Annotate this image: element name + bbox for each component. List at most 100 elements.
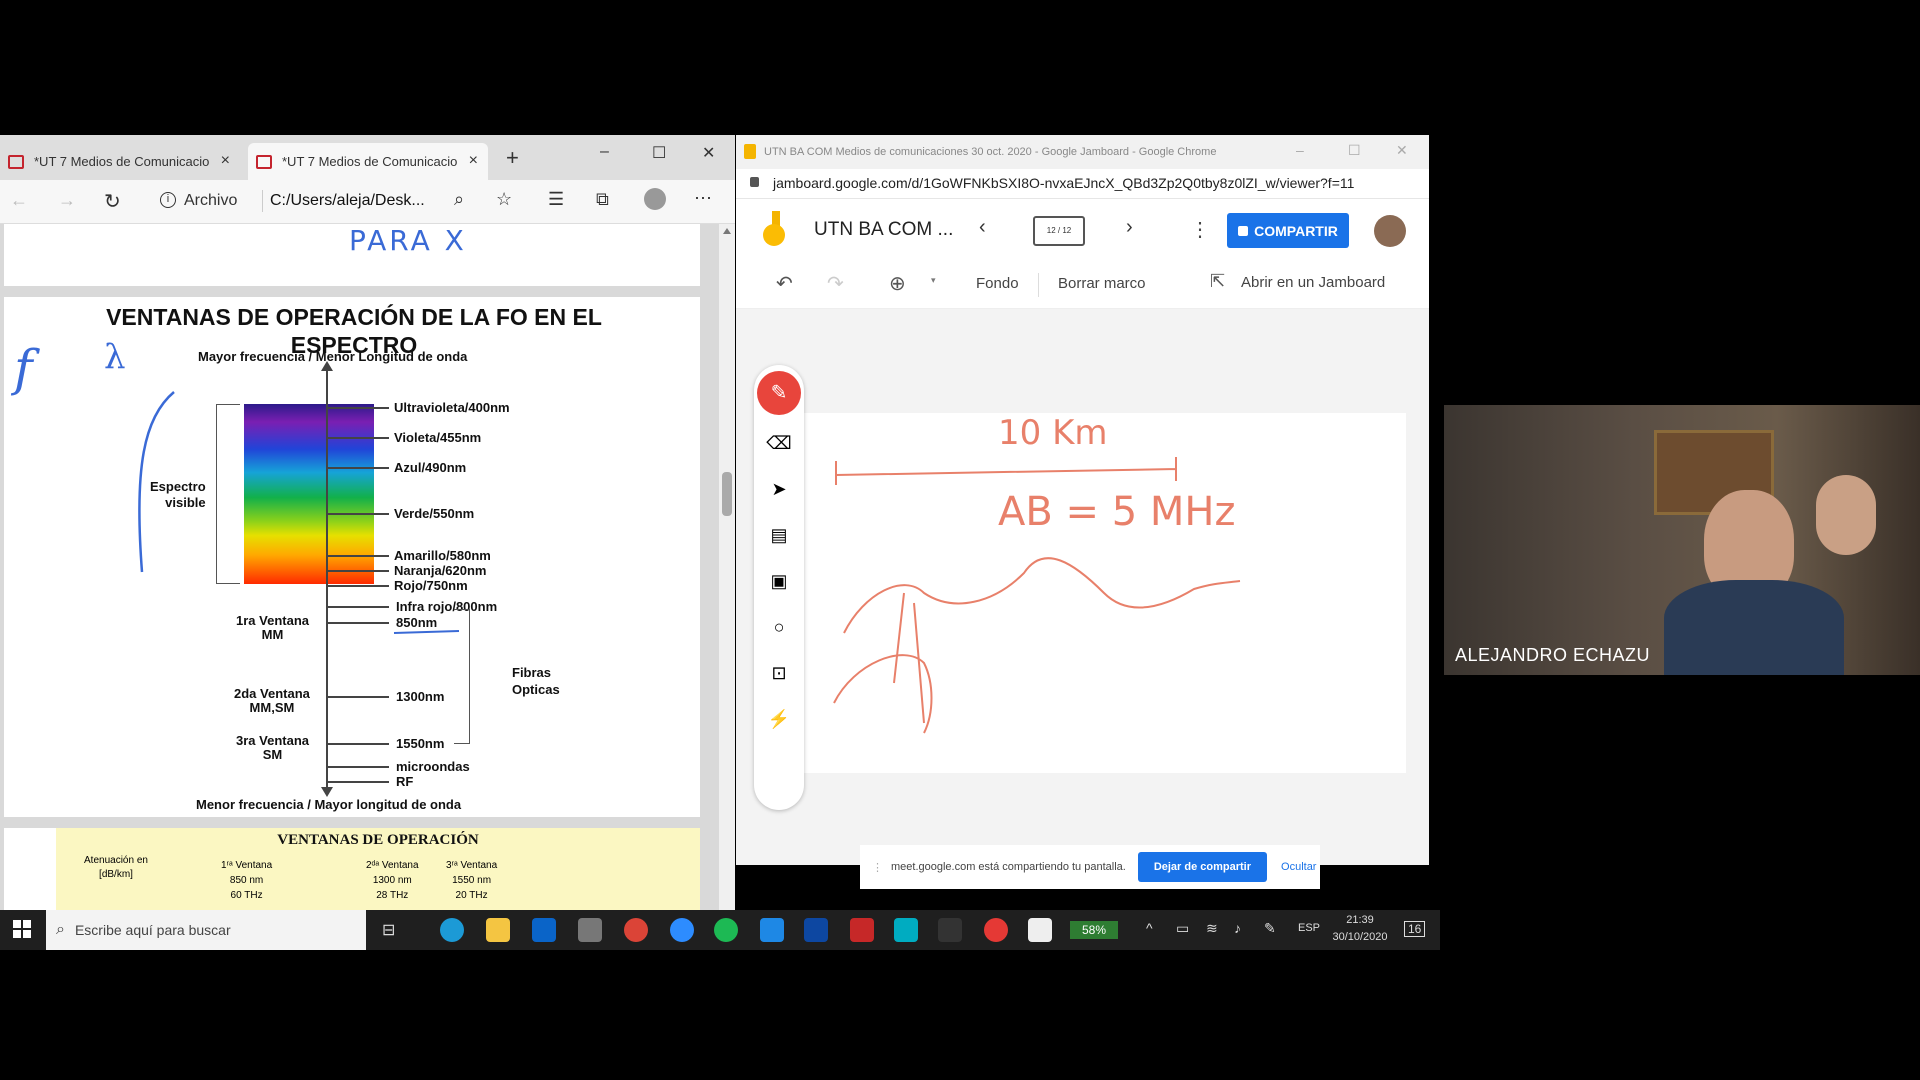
- start-windows-icon[interactable]: [13, 920, 31, 938]
- battery-indicator[interactable]: 58%: [1070, 921, 1118, 939]
- task-view-icon[interactable]: ⊟: [382, 920, 395, 940]
- outlook-icon[interactable]: [532, 918, 556, 942]
- visible-bracket: [216, 404, 240, 584]
- clear-frame-button[interactable]: Borrar marco: [1058, 275, 1146, 292]
- pdf-app-icon[interactable]: [1028, 918, 1052, 942]
- search-placeholder: Escribe aquí para buscar: [74, 922, 231, 938]
- skype-icon[interactable]: [894, 918, 918, 942]
- new-tab-button[interactable]: +: [506, 145, 519, 171]
- stop-sharing-button[interactable]: Dejar de compartir: [1137, 852, 1268, 882]
- window-title: UTN BA COM Medios de comunicaciones 30 o…: [764, 146, 1217, 158]
- filezilla-icon[interactable]: [850, 918, 874, 942]
- image-icon[interactable]: ▣: [767, 569, 791, 593]
- divider: [262, 190, 263, 212]
- spectrum-axis: [326, 369, 328, 789]
- label-microondas: microondas: [396, 759, 470, 774]
- wifi-icon[interactable]: ≋: [1206, 920, 1218, 937]
- hide-link[interactable]: Ocultar: [1281, 861, 1316, 873]
- forward-icon[interactable]: →: [58, 190, 76, 211]
- axis-arrow-down: [321, 787, 333, 797]
- info-icon[interactable]: i: [160, 192, 176, 208]
- edge-app-icon[interactable]: [440, 918, 464, 942]
- document-title[interactable]: UTN BA COM ...: [814, 219, 953, 241]
- network-app-icon[interactable]: [578, 918, 602, 942]
- label-naranja: Naranja/620nm: [394, 563, 487, 578]
- collections-icon[interactable]: ⧉: [596, 189, 609, 210]
- share-button[interactable]: COMPARTIR: [1227, 213, 1349, 248]
- back-icon[interactable]: ←: [10, 190, 28, 211]
- close-window-button[interactable]: ✕: [1396, 142, 1408, 159]
- pdf-viewer[interactable]: PARA X VENTANAS DE OPERACIÓN DE LA FO EN…: [0, 224, 735, 910]
- table-col-2-thz: 28 THz: [376, 890, 409, 901]
- profile-avatar[interactable]: [644, 188, 666, 210]
- previous-frame-icon[interactable]: ‹: [979, 216, 986, 239]
- address-input[interactable]: C:/Users/aleja/Desk...: [270, 192, 425, 210]
- scrollbar-thumb[interactable]: [722, 472, 732, 516]
- jamboard-canvas[interactable]: 10 Km AB = 5 MHz: [804, 413, 1406, 773]
- chrome-app-icon[interactable]: [624, 918, 648, 942]
- file-explorer-icon[interactable]: [486, 918, 510, 942]
- zoom-dropdown-icon[interactable]: ▾: [931, 275, 936, 286]
- operation-table: VENTANAS DE OPERACIÓN Atenuación en [dB/…: [56, 828, 700, 910]
- open-in-jamboard-icon[interactable]: ⇱: [1210, 271, 1225, 292]
- terminal-icon[interactable]: [938, 918, 962, 942]
- tick: [327, 781, 389, 783]
- minimize-button[interactable]: –: [1296, 142, 1304, 158]
- minimize-button[interactable]: –: [600, 143, 609, 161]
- tab-pdf-1[interactable]: *UT 7 Medios de Comunicacio ×: [0, 143, 240, 180]
- select-pointer-icon[interactable]: ➤: [767, 477, 791, 501]
- zoom-icon[interactable]: ⌕: [454, 189, 464, 210]
- undo-icon[interactable]: ↶: [776, 271, 793, 296]
- label-window-1: 1ra Ventana MM: [236, 613, 309, 642]
- frame-counter[interactable]: 12 / 12: [1033, 216, 1085, 246]
- firefox-icon[interactable]: [984, 918, 1008, 942]
- pdf-page-previous: PARA X: [4, 224, 700, 286]
- notification-center-icon[interactable]: 16: [1404, 921, 1426, 937]
- close-tab-icon[interactable]: ×: [221, 152, 230, 170]
- shape-circle-icon[interactable]: ○: [767, 615, 791, 639]
- pen-icon[interactable]: ✎: [1264, 920, 1276, 937]
- language-indicator[interactable]: ESP: [1298, 922, 1320, 934]
- refresh-icon[interactable]: ↻: [104, 189, 121, 214]
- maximize-button[interactable]: ☐: [1348, 142, 1361, 159]
- tab-pdf-2[interactable]: *UT 7 Medios de Comunicacio ×: [248, 143, 488, 180]
- more-vert-icon[interactable]: ⋮: [1190, 217, 1210, 242]
- user-avatar[interactable]: [1374, 215, 1406, 247]
- volume-icon[interactable]: ♪: [1234, 920, 1241, 936]
- clock[interactable]: 21:39 30/10/2020: [1330, 912, 1390, 946]
- scroll-up-arrow[interactable]: [723, 228, 731, 234]
- favorites-list-icon[interactable]: ☰: [548, 189, 564, 210]
- text-box-icon[interactable]: ⊡: [767, 661, 791, 685]
- laser-pointer-icon[interactable]: ⚡: [767, 707, 791, 731]
- close-tab-icon[interactable]: ×: [469, 152, 478, 170]
- maximize-button[interactable]: ☐: [652, 143, 666, 163]
- pdf-page-table: VENTANAS DE OPERACIÓN Atenuación en [dB/…: [4, 828, 700, 910]
- tray-chevron-icon[interactable]: ^: [1146, 920, 1153, 936]
- more-options-icon[interactable]: ⋯: [694, 188, 712, 209]
- eraser-icon[interactable]: ⌫: [766, 431, 791, 455]
- zoom-app-icon[interactable]: [670, 918, 694, 942]
- next-frame-icon[interactable]: ›: [1126, 216, 1133, 239]
- url-field[interactable]: jamboard.google.com/d/1GoWFNKbSXI8O-nvxa…: [773, 175, 1354, 191]
- background-button[interactable]: Fondo: [976, 275, 1019, 292]
- zoom-icon[interactable]: ⊕: [889, 271, 906, 296]
- mail-app-icon[interactable]: [804, 918, 828, 942]
- sticky-note-icon[interactable]: ▤: [767, 523, 791, 547]
- label-azul: Azul/490nm: [394, 460, 467, 475]
- pen-tool-icon[interactable]: ✎: [757, 371, 801, 415]
- redo-icon[interactable]: ↷: [827, 271, 844, 296]
- close-window-button[interactable]: ✕: [702, 143, 715, 163]
- jamboard-toolbar: ↶ ↷ ⊕ ▾ Fondo Borrar marco ⇱ Abrir en un…: [736, 259, 1429, 309]
- edge-toolbar: ← → ↻ i Archivo C:/Users/aleja/Desk... ⌕…: [0, 180, 735, 224]
- handwriting-underline: [393, 630, 460, 634]
- pdf-scrollbar[interactable]: [719, 224, 735, 910]
- tray-app-icon[interactable]: ▭: [1176, 920, 1189, 937]
- l-app-icon[interactable]: [760, 918, 784, 942]
- open-in-jamboard-button[interactable]: Abrir en un Jamboard: [1241, 274, 1385, 291]
- table-col-2-nm: 1300 nm: [372, 875, 412, 886]
- spotify-icon[interactable]: [714, 918, 738, 942]
- bottom-axis-label: Menor frecuencia / Mayor longitud de ond…: [196, 797, 462, 812]
- drag-handle-icon[interactable]: ⋮: [872, 861, 883, 874]
- taskbar-search[interactable]: ⌕ Escribe aquí para buscar: [46, 910, 366, 950]
- favorite-star-icon[interactable]: ☆: [496, 189, 512, 210]
